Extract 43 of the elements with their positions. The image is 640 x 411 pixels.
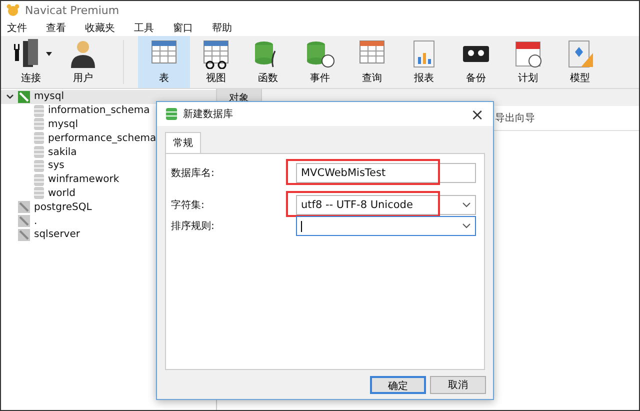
ok-button[interactable]: 确定 xyxy=(370,376,426,394)
database-icon xyxy=(34,187,44,200)
app-logo-icon xyxy=(6,4,20,16)
database-icon xyxy=(34,118,44,130)
field-label: 数据库名: xyxy=(171,166,216,180)
chevron-icon xyxy=(462,202,471,208)
cancel-button[interactable]: 取消 xyxy=(430,376,486,394)
database-icon xyxy=(166,108,177,120)
toolbar-button[interactable]: 报表 xyxy=(398,36,450,88)
toolbar-button[interactable]: 视图 xyxy=(190,36,242,88)
chevron-icon xyxy=(6,94,14,100)
database-icon xyxy=(34,104,44,117)
menu-item[interactable]: 文件 xyxy=(1,20,34,34)
menu-item[interactable]: 帮助 xyxy=(206,20,239,34)
database-icon xyxy=(34,160,44,172)
database-icon xyxy=(34,132,44,144)
window-title: Navicat Premium xyxy=(25,4,120,16)
menu-item[interactable]: 工具 xyxy=(128,20,161,34)
export-wizard-button[interactable]: 导出向导 xyxy=(495,111,535,125)
toolbar-button[interactable]: 计划 xyxy=(502,36,554,88)
toolbar-button[interactable]: 用户 xyxy=(57,36,109,88)
chevron-icon xyxy=(462,223,471,229)
field-label: 字符集: xyxy=(171,198,206,212)
toolbar-button[interactable]: 查询 xyxy=(346,36,398,88)
field-label: 排序规则: xyxy=(171,220,216,233)
menu-item[interactable]: 查看 xyxy=(40,20,73,34)
toolbar-button[interactable]: 函数 xyxy=(242,36,294,88)
menu-item[interactable]: 收藏夹 xyxy=(79,20,122,34)
dropdown-field[interactable]: utf8 -- UTF-8 Unicode xyxy=(296,195,476,215)
connection-item[interactable]: mysql xyxy=(1,90,216,104)
general-tab[interactable]: 常规 xyxy=(165,132,201,153)
database-icon xyxy=(34,146,44,158)
menu-item[interactable]: 窗口 xyxy=(167,20,200,34)
input-field[interactable]: MVCWebMisTest xyxy=(296,163,476,183)
toolbar-button[interactable]: 模型 xyxy=(554,36,606,88)
dropdown-field[interactable] xyxy=(296,216,476,236)
toolbar-button[interactable]: 事件 xyxy=(294,36,346,88)
database-item[interactable]: world xyxy=(1,186,216,200)
toolbar-button[interactable]: 连接 xyxy=(5,36,57,88)
toolbar-button[interactable]: 表 xyxy=(138,36,190,88)
toolbar-button[interactable]: 备份 xyxy=(450,36,502,88)
close-button[interactable]: × xyxy=(462,104,493,124)
database-icon xyxy=(34,174,44,186)
